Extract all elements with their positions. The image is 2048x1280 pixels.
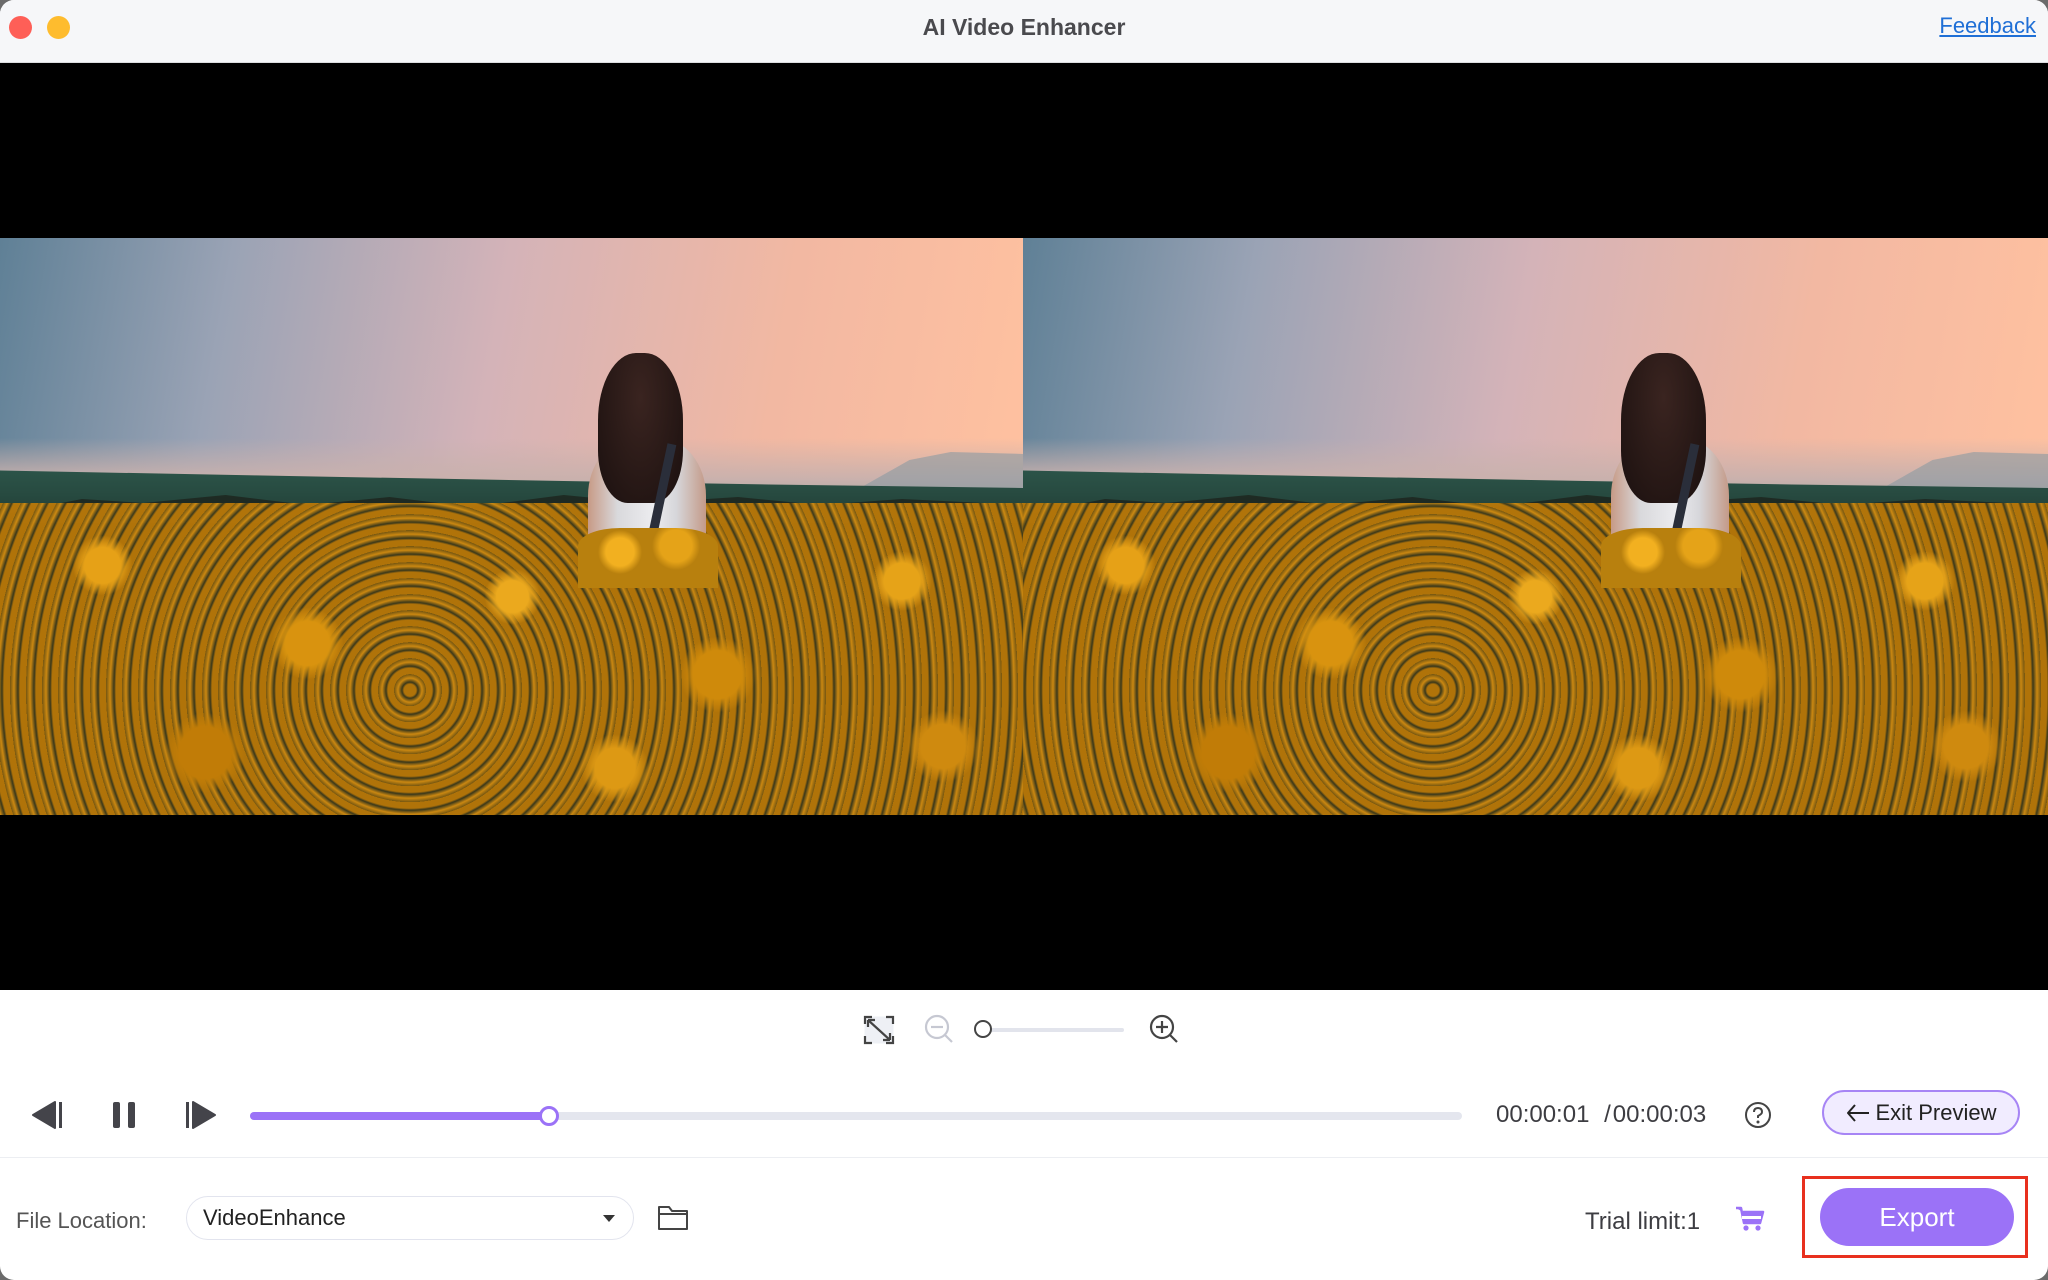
step-back-icon <box>32 1101 62 1129</box>
playback-progress-bar[interactable] <box>250 1106 1462 1126</box>
time-separator: / <box>1604 1101 1611 1128</box>
next-frame-button[interactable] <box>180 1098 220 1132</box>
zoom-in-icon <box>1149 1014 1178 1043</box>
export-bar: File Location: VideoEnhance Trial limit:… <box>0 1158 2048 1280</box>
zoom-slider-handle[interactable] <box>974 1020 992 1038</box>
shopping-cart-icon <box>1736 1206 1765 1231</box>
zoom-out-icon <box>924 1014 953 1043</box>
exit-preview-button[interactable]: Exit Preview <box>1822 1090 2020 1135</box>
playback-controls: 00:00:01 /00:00:03 Exit Preview <box>0 1080 2048 1150</box>
zoom-in-button[interactable] <box>1147 1012 1181 1046</box>
zoom-out-button[interactable] <box>922 1012 956 1046</box>
browse-folder-button[interactable] <box>655 1200 691 1234</box>
buy-cart-button[interactable] <box>1733 1204 1767 1234</box>
file-location-dropdown[interactable]: VideoEnhance <box>186 1196 634 1240</box>
file-location-label: File Location: <box>16 1208 147 1233</box>
zoom-slider-track[interactable] <box>986 1028 1124 1032</box>
video-frame-original <box>0 238 1023 815</box>
app-window: AI Video Enhancer Feedback 00:00:01 /00:… <box>0 0 2048 1280</box>
video-preview-area <box>0 63 2048 990</box>
subject-figure <box>578 353 718 588</box>
help-button[interactable] <box>1743 1100 1773 1130</box>
previous-frame-button[interactable] <box>28 1098 68 1132</box>
video-frame-enhanced <box>1023 238 2048 815</box>
subject-figure <box>1601 353 1741 588</box>
help-icon <box>1745 1102 1771 1128</box>
pause-button[interactable] <box>104 1098 144 1132</box>
title-bar: AI Video Enhancer Feedback <box>0 0 2048 63</box>
progress-fill <box>250 1112 550 1120</box>
feedback-link[interactable]: Feedback <box>1939 13 2036 39</box>
fit-screen-icon <box>863 1015 895 1045</box>
file-location-value: VideoEnhance <box>203 1205 346 1230</box>
trial-limit-text: Trial limit:1 <box>1585 1208 1701 1235</box>
export-button[interactable]: Export <box>1820 1188 2014 1246</box>
time-display: 00:00:01 /00:00:03 <box>1496 1101 1706 1129</box>
fit-screen-button[interactable] <box>862 1014 896 1046</box>
progress-handle[interactable] <box>539 1106 560 1126</box>
exit-preview-label: Exit Preview <box>1875 1099 1997 1125</box>
window-title: AI Video Enhancer <box>922 14 1126 40</box>
folder-icon <box>658 1206 688 1230</box>
current-time: 00:00:01 <box>1496 1101 1590 1128</box>
pause-icon <box>113 1102 135 1128</box>
enhanced-video-pane <box>1023 238 2048 815</box>
chevron-down-icon <box>603 1215 615 1222</box>
total-time: 00:00:03 <box>1612 1101 1707 1128</box>
original-video-pane <box>0 238 1023 815</box>
arrow-left-icon <box>1847 1103 1870 1122</box>
step-forward-icon <box>186 1101 216 1129</box>
zoom-controls <box>0 1010 2048 1048</box>
